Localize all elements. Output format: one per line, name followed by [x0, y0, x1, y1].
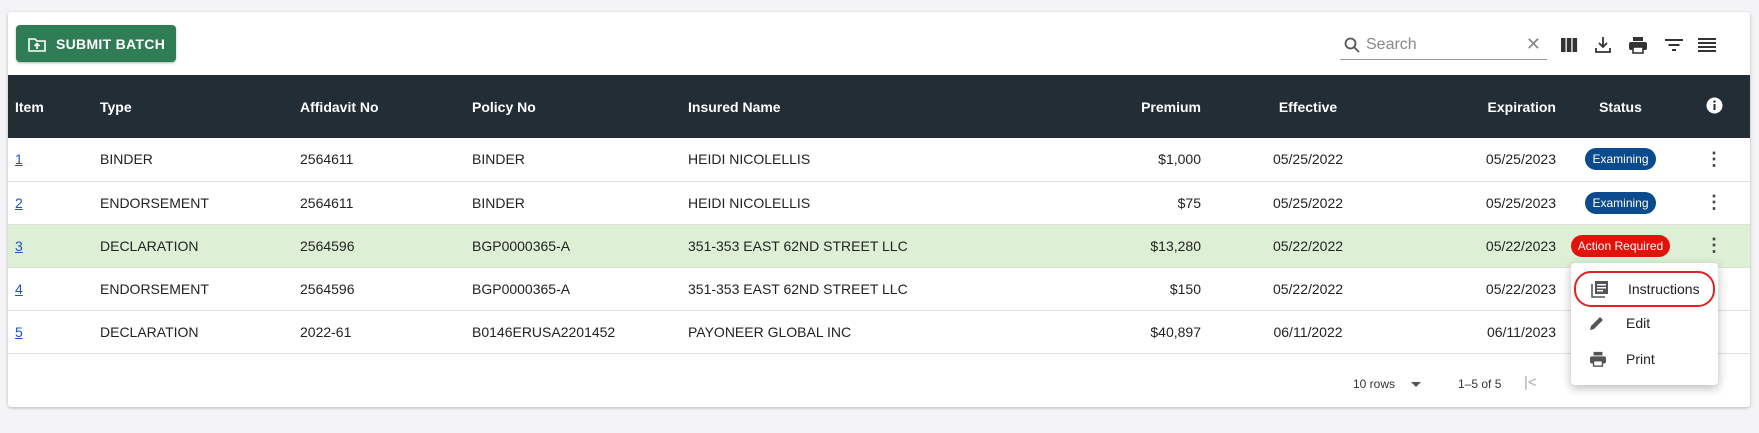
search-box: ✕ [1340, 30, 1547, 60]
header-policy-no[interactable]: Policy No [465, 75, 681, 138]
batch-table-card: SUBMIT BATCH ✕ Item [8, 12, 1750, 407]
search-icon [1344, 37, 1360, 53]
effective-cell: 05/25/2022 [1272, 151, 1344, 168]
header-premium[interactable]: Premium [976, 75, 1208, 138]
filter-icon[interactable] [1661, 32, 1687, 58]
insured-cell: 351-353 EAST 62ND STREET LLC [688, 280, 908, 297]
menu-item-print[interactable]: Print [1571, 343, 1718, 375]
header-affidavit-no[interactable]: Affidavit No [293, 75, 465, 138]
policy-cell: BINDER [472, 194, 525, 211]
folder-upload-icon [28, 37, 46, 52]
menu-item-edit[interactable]: Edit [1571, 307, 1718, 339]
table-row[interactable]: 5 DECLARATION 2022-61 B0146ERUSA2201452 … [8, 310, 1750, 353]
premium-cell: $40,897 [1150, 323, 1201, 340]
type-cell: DECLARATION [100, 237, 199, 254]
expiration-cell: 05/25/2023 [1485, 194, 1556, 211]
search-input[interactable] [1366, 35, 1516, 54]
header-status[interactable]: Status [1563, 75, 1678, 138]
instructions-icon [1591, 281, 1608, 298]
affidavit-cell: 2564611 [300, 151, 354, 168]
effective-cell: 05/22/2022 [1272, 237, 1344, 254]
affidavit-cell: 2564611 [300, 194, 354, 211]
header-type[interactable]: Type [93, 75, 293, 138]
table-header-row: Item Type Affidavit No Policy No Insured… [8, 75, 1750, 138]
header-effective[interactable]: Effective [1208, 75, 1408, 138]
print-icon [1590, 351, 1606, 367]
table-footer: 10 rows 1–5 of 5 |< [8, 361, 1750, 407]
header-info[interactable] [1678, 75, 1750, 138]
insured-cell: HEIDI NICOLELLIS [688, 194, 811, 211]
item-link[interactable]: 2 [15, 195, 23, 211]
pagination-range: 1–5 of 5 [1458, 377, 1502, 391]
menu-item-instructions[interactable]: Instructions [1574, 271, 1715, 307]
table-row[interactable]: 4 ENDORSEMENT 2564596 BGP0000365-A 351-3… [8, 267, 1750, 310]
effective-cell: 05/25/2022 [1272, 194, 1344, 211]
dropdown-caret-icon [1411, 381, 1422, 387]
insured-cell: HEIDI NICOLELLIS [688, 151, 811, 168]
type-cell: ENDORSEMENT [100, 194, 209, 211]
first-page-icon[interactable]: |< [1524, 374, 1537, 391]
premium-cell: $13,280 [1150, 237, 1201, 254]
expiration-cell: 05/25/2023 [1485, 151, 1556, 168]
status-badge: Examining [1585, 148, 1656, 171]
menu-item-label: Print [1626, 351, 1655, 367]
header-item[interactable]: Item [8, 75, 93, 138]
item-link[interactable]: 5 [15, 324, 23, 340]
row-actions-icon[interactable]: ⋮ [1705, 149, 1723, 169]
rows-per-page-value: 10 rows [1353, 377, 1396, 391]
row-context-menu: Instructions Edit Print [1571, 263, 1718, 385]
submit-batch-label: SUBMIT BATCH [56, 35, 166, 52]
row-actions-icon[interactable]: ⋮ [1705, 192, 1723, 212]
item-link[interactable]: 3 [15, 238, 23, 254]
policy-cell: BINDER [472, 151, 525, 168]
row-actions-icon[interactable]: ⋮ [1705, 235, 1723, 255]
toolbar: SUBMIT BATCH ✕ [8, 12, 1750, 75]
item-link[interactable]: 1 [15, 151, 23, 167]
expiration-cell: 05/22/2023 [1485, 237, 1556, 254]
insured-cell: PAYONEER GLOBAL INC [688, 323, 852, 340]
status-badge: Examining [1585, 191, 1656, 214]
menu-item-label: Edit [1626, 315, 1651, 331]
pencil-icon [1590, 317, 1603, 330]
affidavit-cell: 2022-61 [300, 323, 352, 340]
clear-search-icon[interactable]: ✕ [1526, 34, 1541, 55]
insured-cell: 351-353 EAST 62ND STREET LLC [688, 237, 908, 254]
table-row-selected[interactable]: 3 DECLARATION 2564596 BGP0000365-A 351-3… [8, 224, 1750, 267]
item-link[interactable]: 4 [15, 281, 23, 297]
policy-cell: BGP0000365-A [472, 280, 571, 297]
columns-icon[interactable] [1556, 32, 1582, 58]
rows-per-page-select[interactable]: 10 rows [1353, 377, 1422, 391]
effective-cell: 06/11/2022 [1273, 323, 1343, 340]
table-row[interactable]: 2 ENDORSEMENT 2564611 BINDER HEIDI NICOL… [8, 181, 1750, 224]
header-insured-name[interactable]: Insured Name [681, 75, 976, 138]
affidavit-cell: 2564596 [300, 280, 355, 297]
menu-item-label: Instructions [1628, 281, 1700, 297]
table-row[interactable]: 1 BINDER 2564611 BINDER HEIDI NICOLELLIS… [8, 138, 1750, 181]
type-cell: DECLARATION [100, 323, 199, 340]
policy-cell: B0146ERUSA2201452 [472, 323, 616, 340]
download-icon[interactable] [1590, 32, 1616, 58]
effective-cell: 05/22/2022 [1272, 280, 1344, 297]
info-icon [1706, 97, 1722, 113]
density-icon[interactable] [1694, 32, 1720, 58]
premium-cell: $75 [1177, 194, 1201, 211]
batch-table: Item Type Affidavit No Policy No Insured… [8, 75, 1750, 354]
submit-batch-button[interactable]: SUBMIT BATCH [16, 25, 176, 62]
type-cell: ENDORSEMENT [100, 280, 209, 297]
status-badge: Action Required [1570, 234, 1671, 257]
header-expiration[interactable]: Expiration [1408, 75, 1563, 138]
expiration-cell: 06/11/2023 [1486, 323, 1556, 340]
expiration-cell: 05/22/2023 [1485, 280, 1556, 297]
type-cell: BINDER [100, 151, 153, 168]
affidavit-cell: 2564596 [300, 237, 355, 254]
print-icon[interactable] [1625, 32, 1651, 58]
premium-cell: $1,000 [1158, 151, 1201, 168]
policy-cell: BGP0000365-A [472, 237, 571, 254]
premium-cell: $150 [1169, 280, 1201, 297]
